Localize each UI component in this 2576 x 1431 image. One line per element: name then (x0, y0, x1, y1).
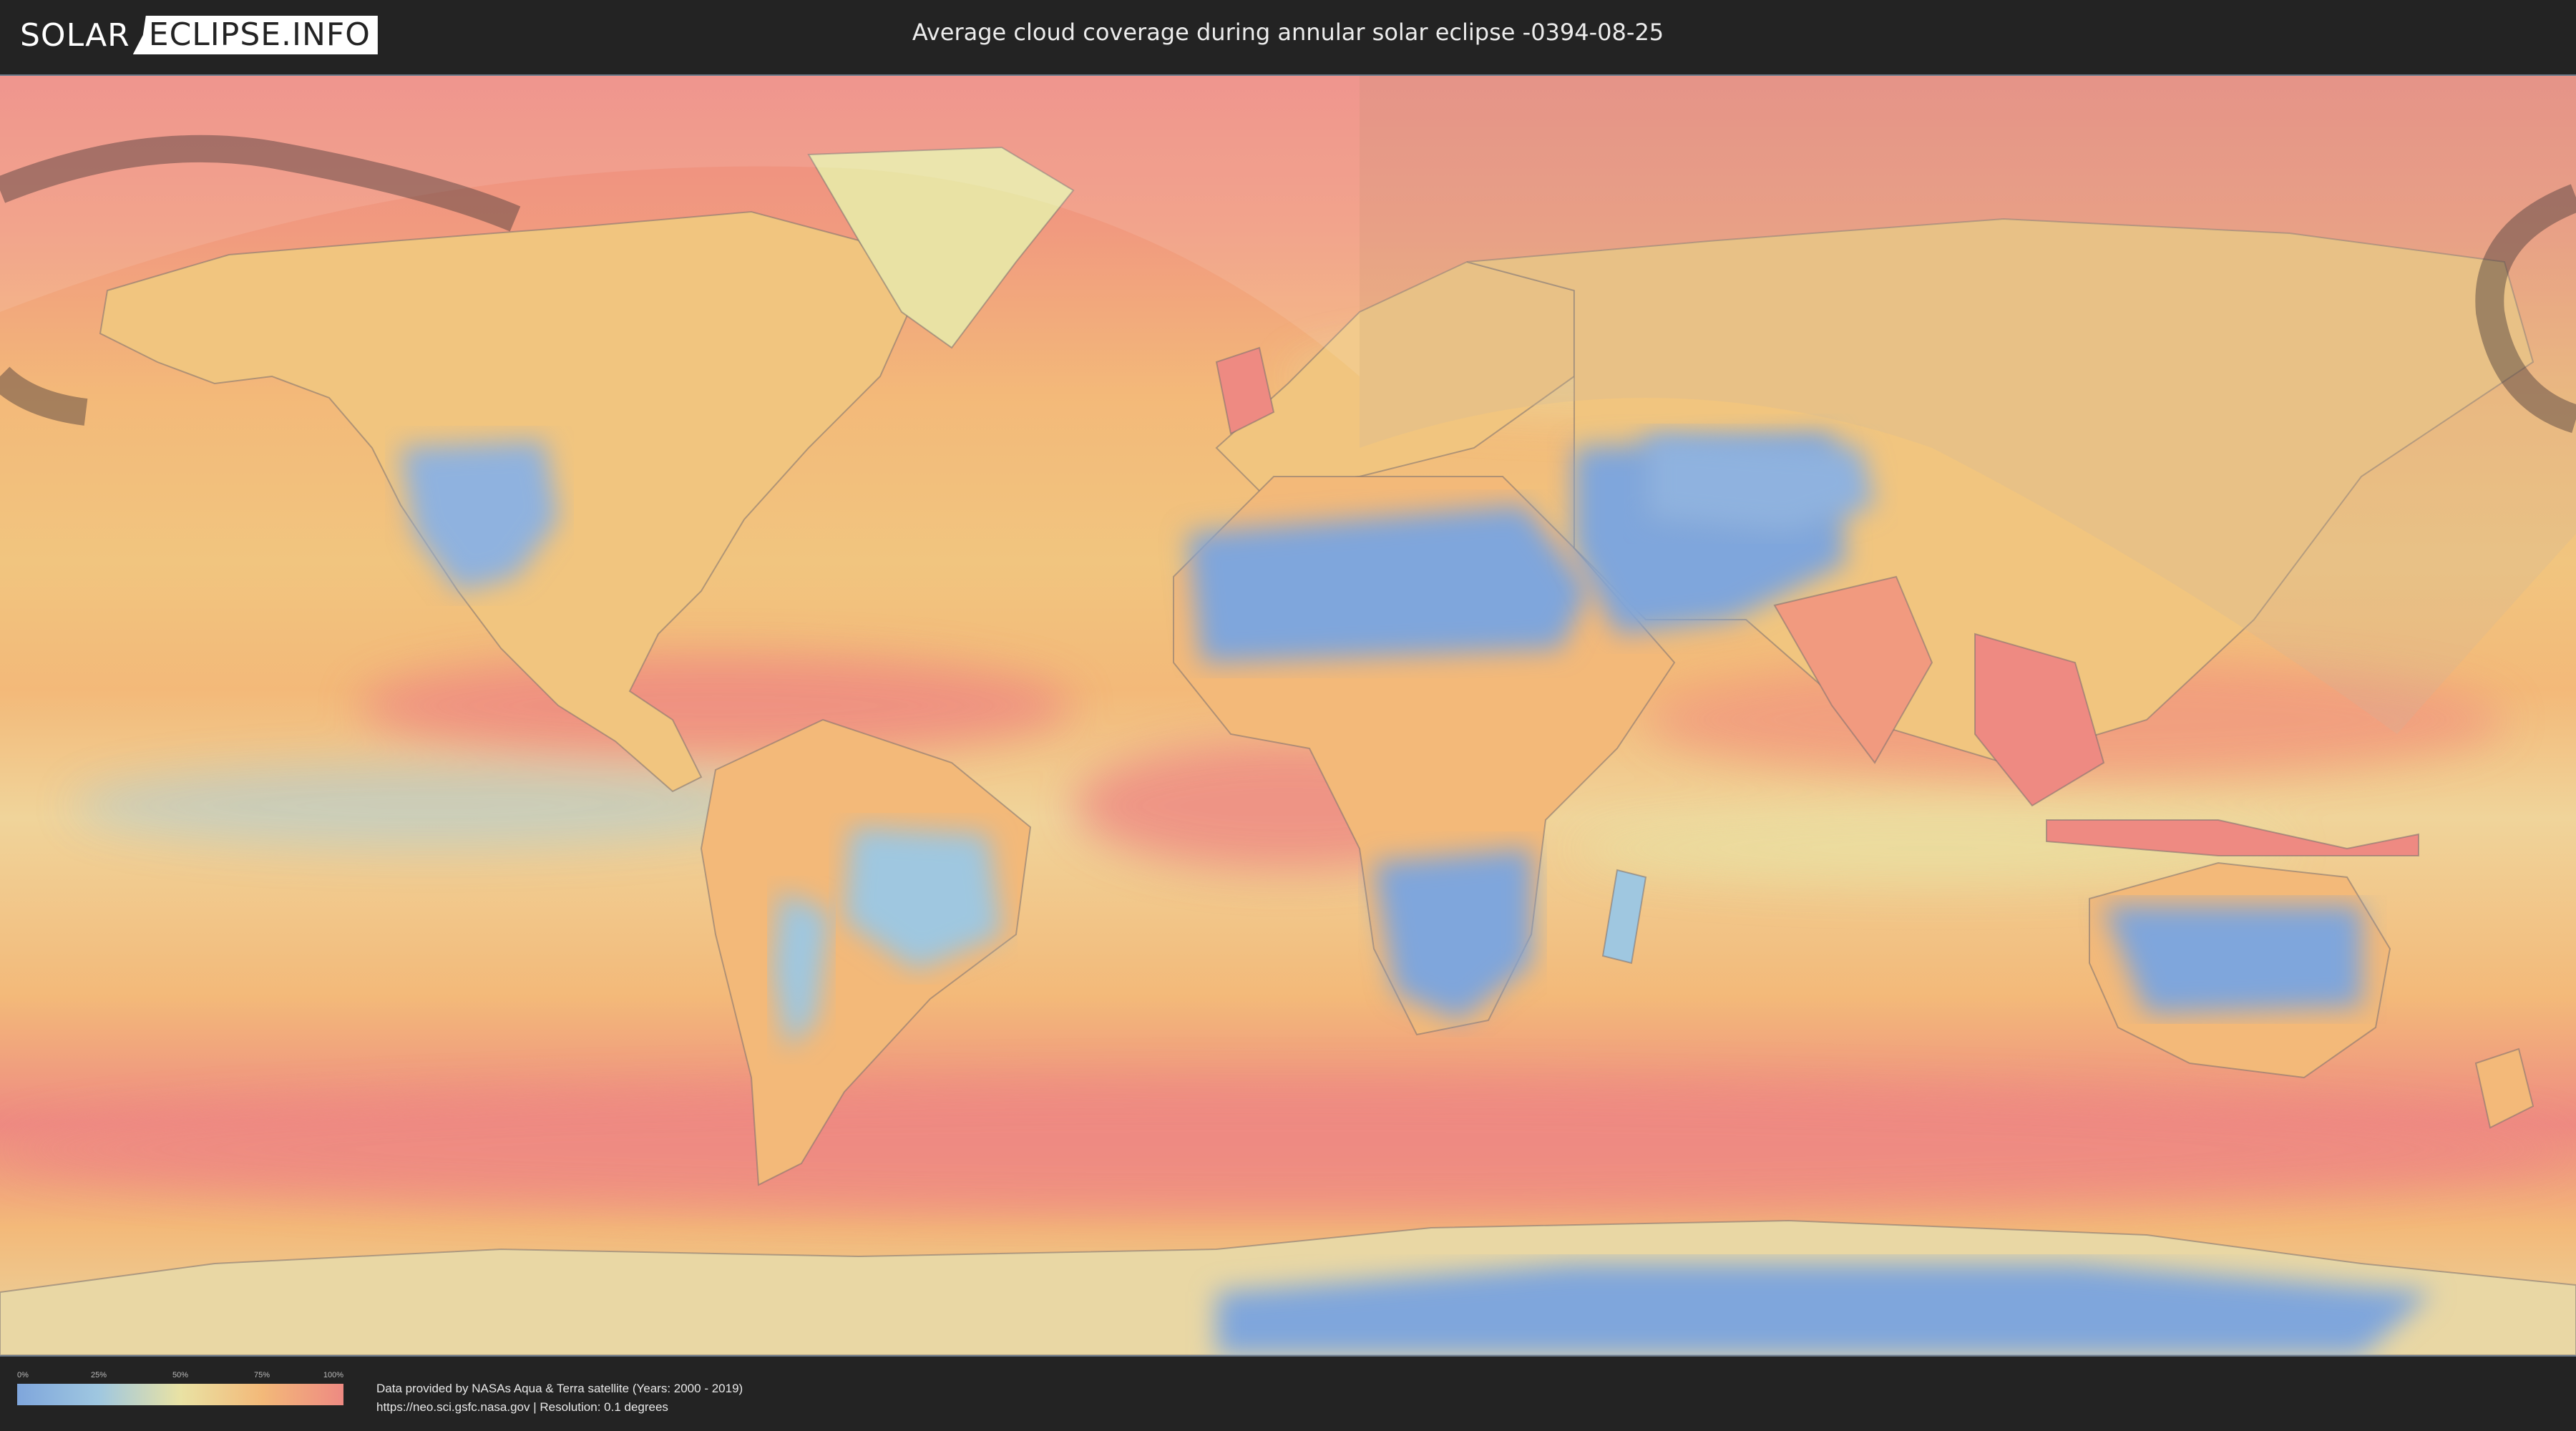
legend-tick-25: 25% (90, 1371, 107, 1379)
legend-ticks: 0% 25% 50% 75% 100% (17, 1371, 343, 1381)
cloud-coverage-map[interactable] (0, 74, 2576, 1357)
legend-tick-0: 0% (17, 1371, 29, 1379)
page-title: Average cloud coverage during annular so… (912, 19, 1664, 46)
header-bar: SOLAR ECLIPSE.INFO Average cloud coverag… (0, 0, 2576, 72)
attribution-source: Data provided by NASAs Aqua & Terra sate… (376, 1382, 743, 1395)
world-map-svg (0, 76, 2576, 1355)
legend-color-bar (17, 1384, 343, 1405)
attribution-url-resolution: https://neo.sci.gsfc.nasa.gov | Resoluti… (376, 1400, 668, 1414)
footer-bar: 0% 25% 50% 75% 100% Data provided by NAS… (0, 1357, 2576, 1431)
cloud-coverage-legend: 0% 25% 50% 75% 100% (17, 1371, 343, 1405)
sahara-clear (1186, 504, 1590, 664)
legend-tick-100: 100% (323, 1371, 343, 1379)
legend-tick-50: 50% (172, 1371, 189, 1379)
data-attribution: Data provided by NASAs Aqua & Terra sate… (376, 1379, 743, 1417)
australia-clear (2102, 905, 2362, 1015)
legend-tick-75: 75% (253, 1371, 270, 1379)
